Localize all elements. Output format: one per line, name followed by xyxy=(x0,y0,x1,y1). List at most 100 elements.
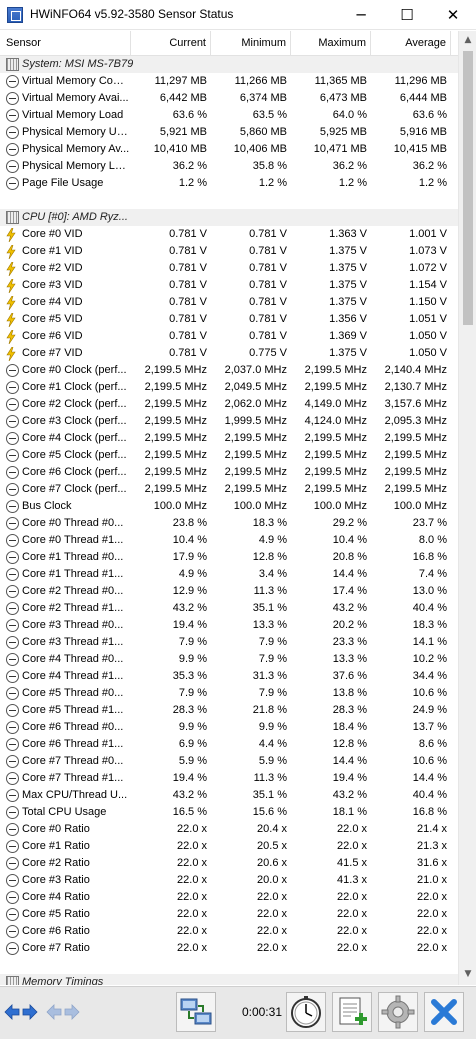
close-app-button[interactable] xyxy=(424,992,464,1032)
sensor-row[interactable]: Core #3 Clock (perf... 2,199.5 MHz 1,999.5… xyxy=(0,413,458,430)
sensor-row[interactable]: Core #0 Clock (perf... 2,199.5 MHz 2,037.0… xyxy=(0,362,458,379)
sensor-row[interactable]: Physical Memory Used 5,921 MB 5,860 MB 5,92… xyxy=(0,124,458,141)
sensor-row[interactable]: Core #3 Thread #0... 19.4 % 13.3 % 20.2 % 18… xyxy=(0,617,458,634)
sensor-row[interactable]: Core #2 Ratio 22.0 x 20.6 x 41.5 x 31.6 x xyxy=(0,855,458,872)
value-average: 16.8 % xyxy=(412,551,447,563)
sensor-row[interactable]: Core #6 Clock (perf... 2,199.5 MHz 2,199.5… xyxy=(0,464,458,481)
sensor-row[interactable]: Core #7 VID 0.781 V 0.775 V 1.375 V 1.050 V xyxy=(0,345,458,362)
value-minimum: 31.3 % xyxy=(252,670,287,682)
column-header-current[interactable]: Current xyxy=(131,31,211,56)
sensor-row[interactable]: Core #5 Thread #0... 7.9 % 7.9 % 13.8 % 10.6… xyxy=(0,685,458,702)
add-log-button[interactable] xyxy=(332,992,372,1032)
clock-icon xyxy=(6,942,19,955)
sensor-row[interactable]: Core #1 VID 0.781 V 0.781 V 1.375 V 1.073 V xyxy=(0,243,458,260)
value-minimum: 6,374 MB xyxy=(239,92,287,104)
sensor-row[interactable]: Core #7 Thread #1... 19.4 % 11.3 % 19.4 % 14… xyxy=(0,770,458,787)
value-current: 2,199.5 MHz xyxy=(144,415,207,427)
close-window-button[interactable]: ✕ xyxy=(430,0,476,30)
sensor-row[interactable]: Virtual Memory Avai... 6,442 MB 6,374 MB 6,… xyxy=(0,90,458,107)
clock-icon xyxy=(6,789,19,802)
sensor-row[interactable]: Core #5 Clock (perf... 2,199.5 MHz 2,199.5… xyxy=(0,447,458,464)
navigate-arrows-icon[interactable] xyxy=(4,1003,38,1021)
column-header-average[interactable]: Average xyxy=(371,31,451,56)
sensor-group-row[interactable]: System: MSI MS-7B79 xyxy=(0,56,458,73)
sensor-row[interactable]: Physical Memory Av... 10,410 MB 10,406 MB 1… xyxy=(0,141,458,158)
value-average: 2,199.5 MHz xyxy=(384,432,447,444)
sensor-name: Virtual Memory Com... xyxy=(22,75,130,87)
sensor-name: Bus Clock xyxy=(22,500,72,512)
sensor-row[interactable]: Core #6 Thread #0... 9.9 % 9.9 % 18.4 % 13.7… xyxy=(0,719,458,736)
sensor-row[interactable]: Core #5 VID 0.781 V 0.781 V 1.356 V 1.051 V xyxy=(0,311,458,328)
value-maximum: 43.2 % xyxy=(332,602,367,614)
value-average: 18.3 % xyxy=(412,619,447,631)
sensor-row[interactable]: Core #1 Ratio 22.0 x 20.5 x 22.0 x 21.3 x xyxy=(0,838,458,855)
value-average: 40.4 % xyxy=(412,789,447,801)
maximize-button[interactable]: ☐ xyxy=(384,0,430,30)
sensor-row[interactable]: Core #4 Ratio 22.0 x 22.0 x 22.0 x 22.0 x xyxy=(0,889,458,906)
value-average: 10.6 % xyxy=(412,687,447,699)
sensor-row[interactable]: Max CPU/Thread U... 43.2 % 35.1 % 43.2 % 40.… xyxy=(0,787,458,804)
column-header-sensor[interactable]: Sensor xyxy=(0,31,131,56)
sensor-row[interactable]: Core #4 Thread #1... 35.3 % 31.3 % 37.6 % 34… xyxy=(0,668,458,685)
scroll-down-arrow-icon[interactable]: ▼ xyxy=(463,969,473,979)
column-header-minimum[interactable]: Minimum xyxy=(211,31,291,56)
sensor-row[interactable]: Core #2 Clock (perf... 2,199.5 MHz 2,062.0… xyxy=(0,396,458,413)
sensor-row[interactable]: Core #1 Clock (perf... 2,199.5 MHz 2,049.5… xyxy=(0,379,458,396)
sensor-row[interactable]: Core #6 Thread #1... 6.9 % 4.4 % 12.8 % 8.6 … xyxy=(0,736,458,753)
sensor-row[interactable]: Core #0 VID 0.781 V 0.781 V 1.363 V 1.001 V xyxy=(0,226,458,243)
sensor-row[interactable]: Virtual Memory Load 63.6 % 63.5 % 64.0 % 63.… xyxy=(0,107,458,124)
sensor-group-row[interactable]: CPU [#0]: AMD Ryz... xyxy=(0,209,458,226)
value-minimum: 2,049.5 MHz xyxy=(224,381,287,393)
sensor-row[interactable]: Total CPU Usage 16.5 % 15.6 % 18.1 % 16.8 % xyxy=(0,804,458,821)
sensor-row[interactable]: Virtual Memory Com... 11,297 MB 11,266 MB 1… xyxy=(0,73,458,90)
sensor-row[interactable]: Core #7 Clock (perf... 2,199.5 MHz 2,199.5… xyxy=(0,481,458,498)
sensor-row[interactable]: Core #5 Thread #1... 28.3 % 21.8 % 28.3 % 24… xyxy=(0,702,458,719)
clock-icon xyxy=(6,568,19,581)
sensor-row[interactable]: Core #2 Thread #0... 12.9 % 11.3 % 17.4 % 13… xyxy=(0,583,458,600)
value-maximum: 1.2 % xyxy=(338,177,367,189)
sensor-row[interactable]: Bus Clock 100.0 MHz 100.0 MHz 100.0 MHz 100.… xyxy=(0,498,458,515)
sensor-row[interactable]: Core #6 VID 0.781 V 0.781 V 1.369 V 1.050 V xyxy=(0,328,458,345)
value-current: 35.3 % xyxy=(172,670,207,682)
sensor-row[interactable]: Core #0 Ratio 22.0 x 20.4 x 22.0 x 21.4 x xyxy=(0,821,458,838)
vertical-scrollbar[interactable]: ▲ ▼ xyxy=(458,31,476,985)
sensor-row[interactable]: Core #3 VID 0.781 V 0.781 V 1.375 V 1.154 V xyxy=(0,277,458,294)
sensor-row[interactable]: Page File Usage 1.2 % 1.2 % 1.2 % 1.2 % xyxy=(0,175,458,192)
minimize-button[interactable]: ─ xyxy=(338,0,384,30)
clock-icon xyxy=(6,466,19,479)
sensor-row[interactable]: Core #4 Thread #0... 9.9 % 7.9 % 13.3 % 10.2… xyxy=(0,651,458,668)
sensor-row[interactable]: Core #1 Thread #1... 4.9 % 3.4 % 14.4 % 7.4 … xyxy=(0,566,458,583)
sensor-row[interactable]: Core #1 Thread #0... 17.9 % 12.8 % 20.8 % 16… xyxy=(0,549,458,566)
bolt-icon xyxy=(6,261,19,277)
value-average: 1.150 V xyxy=(409,296,447,308)
sensor-name: Core #6 VID xyxy=(22,330,83,342)
scroll-up-arrow-icon[interactable]: ▲ xyxy=(463,35,473,45)
value-average: 31.6 x xyxy=(417,857,447,869)
settings-button[interactable] xyxy=(378,992,418,1032)
stopwatch-button[interactable] xyxy=(286,992,326,1032)
sensor-row[interactable]: Physical Memory Load 36.2 % 35.8 % 36.2 % 36… xyxy=(0,158,458,175)
network-computers-button[interactable] xyxy=(176,992,216,1032)
sensor-row[interactable]: Core #0 Thread #0... 23.8 % 18.3 % 29.2 % 23… xyxy=(0,515,458,532)
sensor-row[interactable]: Core #5 Ratio 22.0 x 22.0 x 22.0 x 22.0 x xyxy=(0,906,458,923)
sensor-row[interactable]: Core #0 Thread #1... 10.4 % 4.9 % 10.4 % 8.0… xyxy=(0,532,458,549)
sensor-row[interactable]: Core #7 Ratio 22.0 x 22.0 x 22.0 x 22.0 x xyxy=(0,940,458,957)
sensor-row[interactable]: Core #2 Thread #1... 43.2 % 35.1 % 43.2 % 40… xyxy=(0,600,458,617)
sensor-row[interactable]: Core #3 Ratio 22.0 x 20.0 x 41.3 x 21.0 x xyxy=(0,872,458,889)
sensor-group-row[interactable]: Memory Timings xyxy=(0,974,458,985)
sensor-row[interactable]: Core #6 Ratio 22.0 x 22.0 x 22.0 x 22.0 x xyxy=(0,923,458,940)
value-maximum: 43.2 % xyxy=(332,789,367,801)
scrollbar-thumb[interactable] xyxy=(463,51,473,325)
sensor-name: Core #0 Ratio xyxy=(22,823,90,835)
sensor-name: Physical Memory Used xyxy=(22,126,130,138)
sensor-row[interactable]: Core #7 Thread #0... 5.9 % 5.9 % 14.4 % 10.6… xyxy=(0,753,458,770)
sensor-row[interactable]: Core #3 Thread #1... 7.9 % 7.9 % 23.3 % 14.1… xyxy=(0,634,458,651)
clock-icon xyxy=(6,109,19,122)
value-maximum: 5,925 MB xyxy=(319,126,367,138)
value-maximum: 22.0 x xyxy=(337,925,367,937)
sensor-row[interactable]: Core #2 VID 0.781 V 0.781 V 1.375 V 1.072 V xyxy=(0,260,458,277)
value-maximum: 10.4 % xyxy=(332,534,367,546)
sensor-row[interactable]: Core #4 VID 0.781 V 0.781 V 1.375 V 1.150 V xyxy=(0,294,458,311)
sensor-row[interactable]: Core #4 Clock (perf... 2,199.5 MHz 2,199.5… xyxy=(0,430,458,447)
column-header-maximum[interactable]: Maximum xyxy=(291,31,371,56)
